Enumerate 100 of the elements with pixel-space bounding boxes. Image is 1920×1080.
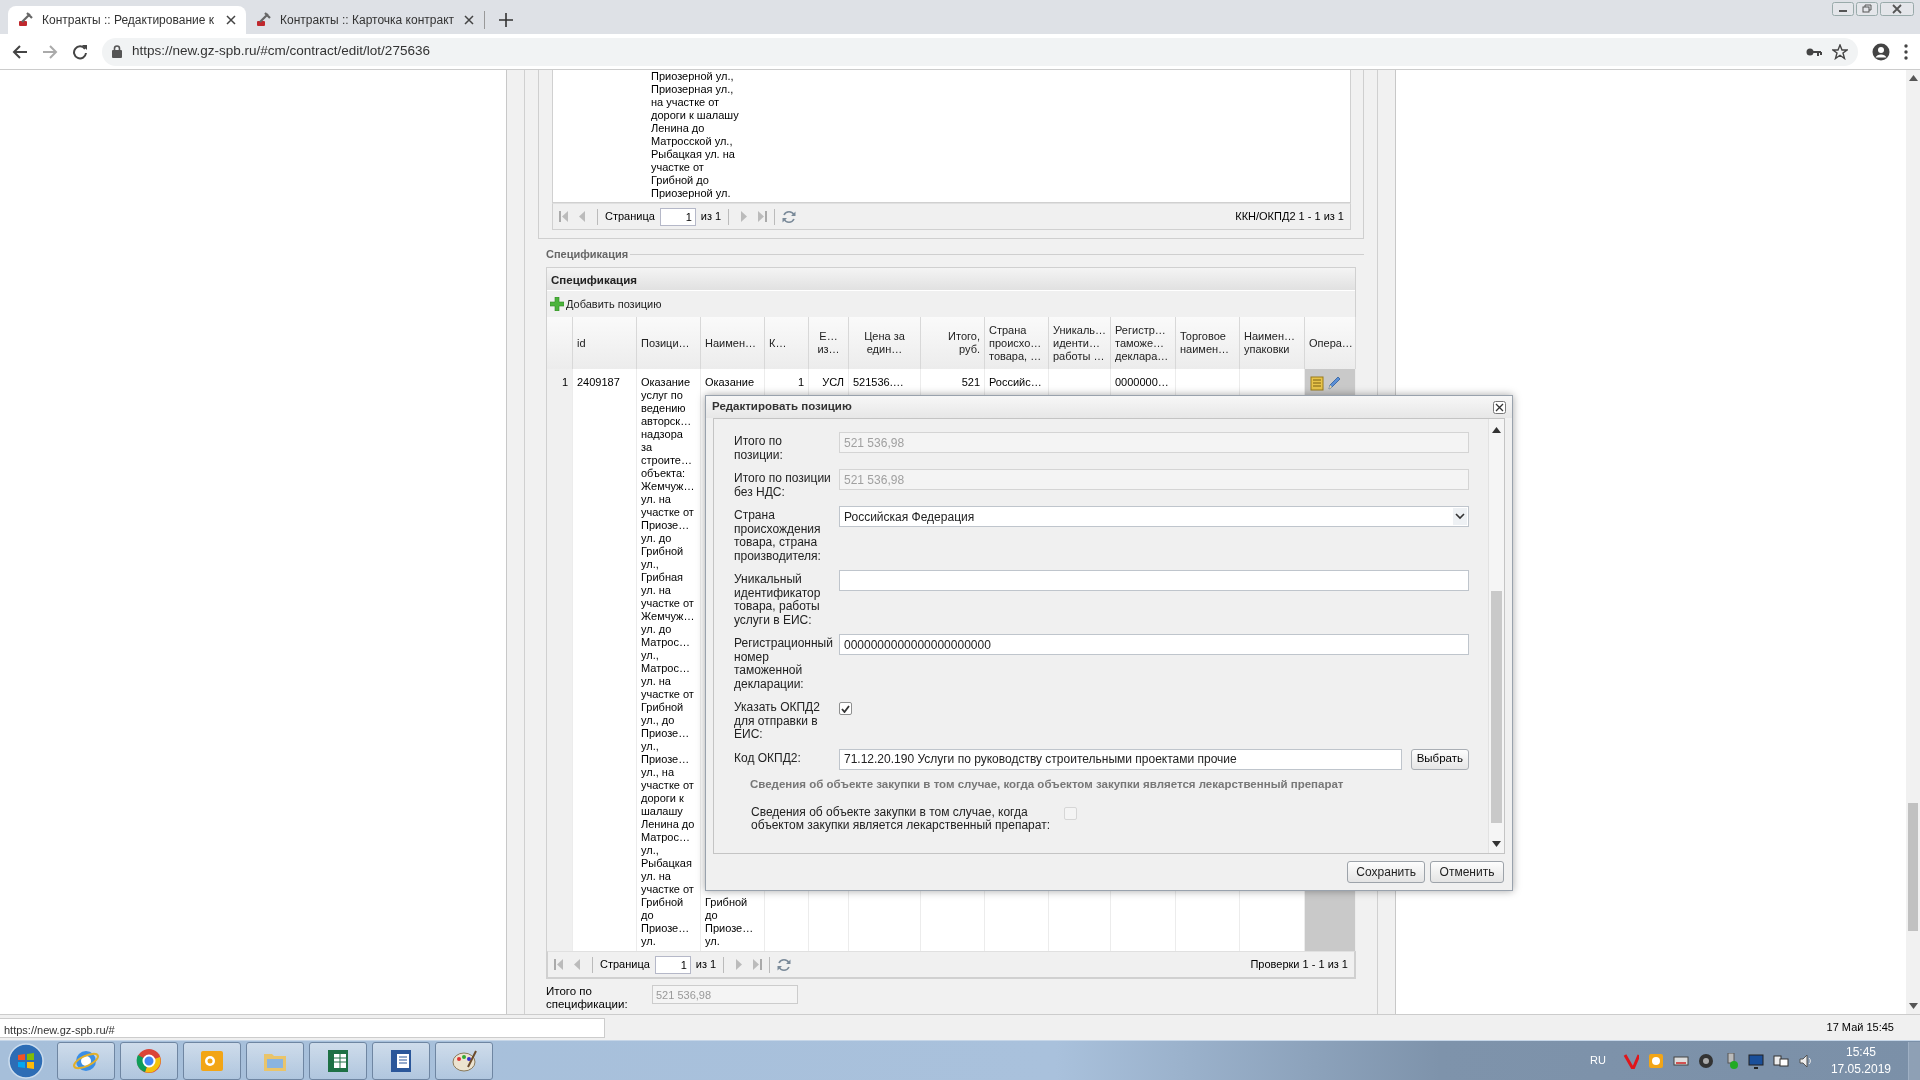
monitor-icon[interactable] (1747, 1052, 1764, 1069)
plus-icon[interactable] (499, 13, 513, 27)
column-header: Торговое наимен… (1180, 330, 1230, 356)
taskbar-button[interactable] (435, 1041, 493, 1080)
caret-icon[interactable] (1453, 508, 1467, 525)
dialog-button[interactable]: Сохранить (1347, 861, 1425, 883)
menu-icon[interactable] (1904, 43, 1908, 60)
section-heading: Сведения об объекте закупки в том случае, когда объектом закупки является лекарственный препарат (749, 776, 1345, 792)
refresh-icon[interactable] (782, 209, 797, 224)
field-label: Код ОКПД2: (734, 749, 802, 767)
column-header: Опера… (1309, 336, 1353, 350)
restore-icon[interactable] (1856, 2, 1878, 16)
dropdown-field[interactable]: Российская Федерация (839, 506, 1469, 527)
pencil-icon[interactable] (1327, 376, 1341, 391)
page-field[interactable]: 1 (659, 207, 696, 226)
key-icon[interactable] (1806, 46, 1822, 57)
forward-icon[interactable] (42, 43, 58, 60)
address-field[interactable]: https://new.gz-spb.ru/#cm/contract/edit/lot/275636 (102, 37, 1858, 66)
star-icon[interactable] (1832, 43, 1848, 60)
field-label: Страна происхождения товара, страна производителя: (734, 507, 822, 563)
last-page-icon[interactable] (757, 211, 768, 222)
total-label: Итого по спецификации: (546, 985, 629, 1010)
field-label: Уникальный идентификатор товара, работы услуги в ЕИС: (734, 571, 822, 627)
dialog-title: Редактировать позицию (712, 399, 852, 415)
grid-cell-text: Приозерной ул., Приозерная ул., на участке от дороги к шалашу Ленина до Матросской ул., Рыбацкая ул. на участке от Грибной до Приозерной ул. (651, 70, 740, 200)
table-cell-text: Грибной до Приозе… ул. (705, 896, 755, 948)
date-time-text: 17 Май 15:45 (1826, 1020, 1894, 1036)
select-button[interactable]: Выбрать (1410, 748, 1469, 770)
checkbox[interactable] (839, 702, 852, 715)
first-page-icon[interactable] (554, 959, 564, 970)
taskbar-button[interactable] (57, 1041, 115, 1080)
last-page-icon[interactable] (752, 959, 763, 970)
add-position-button[interactable]: Добавить позицию (550, 295, 662, 313)
page-count: из 1 (695, 957, 717, 973)
start-button[interactable] (6, 1041, 46, 1080)
network-icon[interactable] (1772, 1052, 1789, 1069)
gavel-icon (18, 12, 34, 28)
minimize-icon[interactable] (1832, 2, 1854, 16)
column-header: Наимен… упаковки (1244, 330, 1295, 356)
field-label: Указать ОКПД2 для отправки в ЕИС: (734, 699, 821, 742)
browser-icon (135, 1046, 163, 1075)
scroll-down-icon[interactable] (1492, 841, 1501, 847)
pager-summary: ККН/ОКПД2 1 - 1 из 1 (1235, 209, 1344, 225)
column-header: Регистр… таможе… деклара… (1115, 323, 1169, 363)
panel-title: Спецификация (547, 268, 1355, 290)
page-label: Страница (600, 957, 650, 973)
table-cell-text: 1 (796, 376, 804, 389)
first-page-icon[interactable] (559, 211, 569, 222)
app-icon[interactable] (1647, 1052, 1664, 1069)
disc-icon[interactable] (1697, 1052, 1714, 1069)
refresh-icon[interactable] (777, 957, 792, 972)
dialog-button[interactable]: Отменить (1430, 861, 1504, 883)
text-field[interactable]: 71.12.20.190 Услуги по руководству строительными проектами прочие (839, 748, 1402, 770)
taskbar-button[interactable] (120, 1041, 178, 1080)
table-cell-text: Оказание (705, 376, 756, 389)
text-field[interactable] (839, 570, 1469, 591)
row-number: 1 (560, 376, 568, 389)
scrollbar-thumb[interactable] (1491, 591, 1502, 823)
page-field[interactable]: 1 (654, 955, 691, 974)
taskbar-button[interactable] (309, 1041, 367, 1080)
field-label: Регистрационный номер таможенной декларации: (734, 635, 834, 691)
fieldset-legend: Спецификация (546, 247, 629, 261)
lock-icon (112, 45, 122, 58)
account-icon[interactable] (1872, 42, 1890, 61)
column-header: id (577, 336, 586, 350)
field-label: Итого по позиции: (734, 433, 784, 462)
column-header: Позици… (641, 336, 690, 350)
clock-time: 15:45 (1844, 1043, 1877, 1061)
scroll-up-icon[interactable] (1492, 427, 1501, 433)
field-label: Сведения об объекте закупки в том случае, когда объектом закупки является лекарственный препарат: (751, 803, 1052, 833)
table-cell-text: 521536.… (853, 376, 905, 389)
reload-icon[interactable] (72, 43, 88, 60)
taskbar-button[interactable] (183, 1041, 241, 1080)
column-header: Наимен… (705, 336, 756, 350)
close-icon[interactable] (1880, 2, 1914, 16)
table-cell: Оказание услуг по ведению авторск… надзора за строите… объекта: Жемчуж… ул. на участке от Приозе… ул. до Грибной ул., Грибная ул. на участке от Жемчуж… ул. до Матрос… ул., Матрос… ул. на участке от Грибной ул., до Приозе… ул., Приозе… ул., на участке от дороги к шалашу Ленина до Матрос… ул., Рыбацкая ул. на участке от Грибной до Приозе… ул. (641, 376, 696, 948)
page-count: из 1 (700, 209, 722, 225)
back-icon[interactable] (12, 43, 28, 60)
close-icon[interactable] (226, 15, 236, 25)
table-cell-text: 2409187 (577, 376, 621, 389)
status-url: https://new.gz-spb.ru/# (0, 1018, 605, 1038)
volume-icon[interactable] (1797, 1052, 1814, 1069)
field-label: Итого по позиции без НДС: (734, 470, 832, 499)
taskbar-button[interactable] (372, 1041, 430, 1080)
table-cell-text: УСЛ (821, 376, 844, 389)
pager-summary: Проверки 1 - 1 из 1 (1250, 957, 1348, 973)
clock-date: 17.05.2019 (1830, 1060, 1891, 1078)
browser-tab[interactable]: Контракты :: Редактирование к (8, 6, 246, 34)
column-header: Страна происхо… товара, … (989, 323, 1042, 363)
scrollbar-thumb[interactable] (1908, 803, 1918, 931)
browser-tab[interactable]: Контракты :: Карточка контракт (246, 6, 484, 34)
column-header: Итого, руб. (948, 330, 980, 356)
table-cell-text: 0000000… (1115, 376, 1170, 389)
table-cell-text: Российс… (989, 376, 1043, 389)
scroll-down-icon[interactable] (1908, 1003, 1918, 1009)
close-icon[interactable] (464, 15, 474, 25)
column-header: Е… из… (817, 330, 840, 356)
text-field[interactable]: 0000000000000000000000 (839, 634, 1469, 655)
scroll-up-icon[interactable] (1908, 75, 1918, 81)
close-icon[interactable] (1493, 400, 1506, 414)
